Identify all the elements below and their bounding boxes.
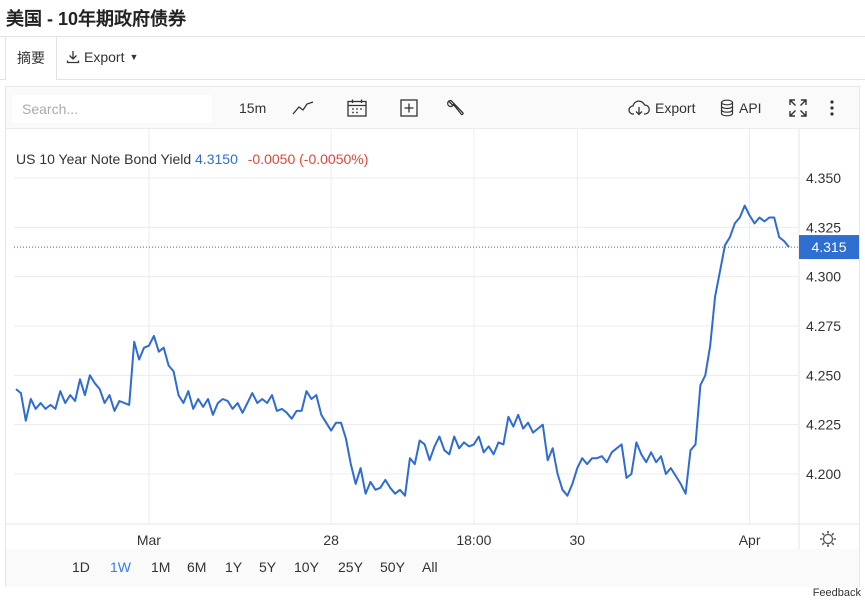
settings-wrench-button[interactable] xyxy=(446,95,464,121)
api-button[interactable]: API xyxy=(720,95,762,121)
y-tick-label: 4.250 xyxy=(806,367,841,383)
toolbar-export-label: Export xyxy=(655,100,696,116)
chart-settings-button[interactable] xyxy=(820,531,836,547)
database-icon xyxy=(720,99,734,117)
legend-symbol-label: US 10 Year Note Bond Yield xyxy=(16,151,191,167)
page-title: 美国 - 10年期政府债券 xyxy=(6,9,187,29)
series-line xyxy=(15,204,790,497)
range-button-25y[interactable]: 25Y xyxy=(338,559,363,575)
chart-widget: 15m xyxy=(5,86,860,587)
fullscreen-button[interactable] xyxy=(788,95,808,121)
y-tick-label: 4.275 xyxy=(806,318,841,334)
export-dropdown[interactable]: Export ▼ xyxy=(66,49,138,65)
y-tick-label: 4.200 xyxy=(806,466,841,482)
price-badge: 4.315 xyxy=(799,235,859,260)
more-menu-button[interactable] xyxy=(829,95,835,121)
range-button-50y[interactable]: 50Y xyxy=(380,559,405,575)
more-vertical-icon xyxy=(830,100,834,116)
range-button-1d[interactable]: 1D xyxy=(72,559,90,575)
y-tick-label: 4.325 xyxy=(806,219,841,235)
wrench-icon xyxy=(447,99,464,116)
range-selector: 1D 1W 1M 6M 1Y 5Y 10Y 25Y 50Y All xyxy=(6,549,859,587)
x-tick-label: 30 xyxy=(569,532,585,548)
plus-box-icon xyxy=(400,99,418,117)
add-indicator-button[interactable] xyxy=(400,95,418,121)
x-tick-label: Mar xyxy=(137,532,161,548)
range-button-1w[interactable]: 1W xyxy=(110,559,131,575)
legend-last-value: 4.3150 xyxy=(195,151,238,167)
range-button-1y[interactable]: 1Y xyxy=(225,559,242,575)
calendar-button[interactable] xyxy=(347,95,367,121)
download-icon xyxy=(66,51,80,64)
api-label: API xyxy=(739,100,762,116)
gear-teeth xyxy=(820,531,836,547)
chart-grid xyxy=(14,129,799,524)
y-axis: 4.200 4.225 4.250 4.275 4.300 4.325 4.350 xyxy=(806,170,841,482)
tab-summary[interactable]: 摘要 xyxy=(5,37,57,80)
x-axis: Mar 28 18:00 30 Apr xyxy=(137,532,761,548)
line-chart-icon xyxy=(292,101,314,115)
x-tick-label: 18:00 xyxy=(456,532,491,548)
interval-label: 15m xyxy=(239,100,267,116)
gear-icon xyxy=(822,533,834,545)
chart-toolbar: 15m xyxy=(6,87,859,129)
expand-icon xyxy=(789,99,807,117)
search-input[interactable] xyxy=(12,95,212,123)
price-chart[interactable]: 4.200 4.225 4.250 4.275 4.300 4.325 4.350 Mar 2… xyxy=(6,129,859,549)
interval-selector[interactable]: 15m xyxy=(239,95,266,121)
y-tick-label: 4.350 xyxy=(806,170,841,186)
x-tick-label: Apr xyxy=(739,532,761,548)
range-button-5y[interactable]: 5Y xyxy=(259,559,276,575)
chart-type-button[interactable] xyxy=(292,95,314,121)
tab-bar: 摘要 Export ▼ xyxy=(0,36,865,80)
x-tick-label: 28 xyxy=(323,532,339,548)
y-tick-label: 4.225 xyxy=(806,417,841,433)
range-button-1m[interactable]: 1M xyxy=(151,559,170,575)
range-button-all[interactable]: All xyxy=(422,559,438,575)
price-badge-label: 4.315 xyxy=(811,239,846,255)
toolbar-export-button[interactable]: Export xyxy=(628,95,695,121)
range-button-6m[interactable]: 6M xyxy=(187,559,206,575)
range-button-10y[interactable]: 10Y xyxy=(294,559,319,575)
chevron-down-icon: ▼ xyxy=(129,52,139,62)
export-label: Export xyxy=(84,49,125,65)
legend-change: -0.0050 (-0.0050%) xyxy=(248,151,369,167)
cloud-download-icon xyxy=(628,100,650,116)
legend-symbol: US 10 Year Note Bond Yield 4.3150 -0.005… xyxy=(16,151,368,167)
y-tick-label: 4.300 xyxy=(806,269,841,285)
feedback-link[interactable]: Feedback xyxy=(813,587,861,599)
calendar-icon xyxy=(347,99,367,117)
